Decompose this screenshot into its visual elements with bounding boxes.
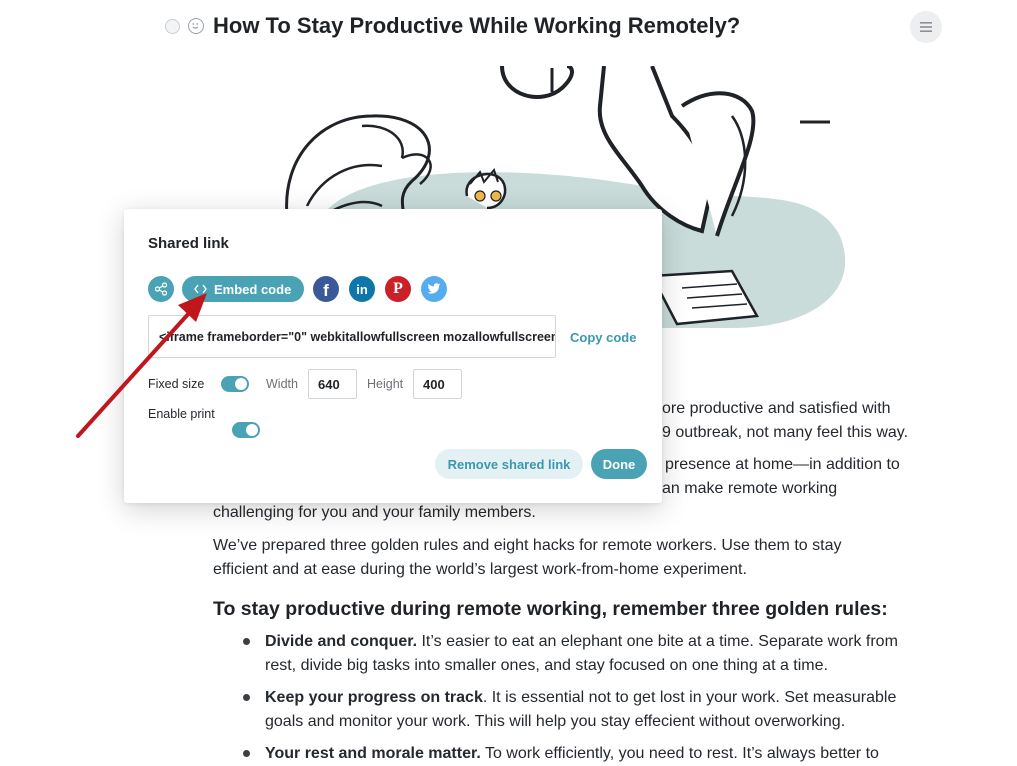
para2-line-2: an make remote working	[662, 480, 838, 497]
toggle-knob	[235, 378, 247, 390]
bullet-dot	[243, 750, 250, 757]
remove-shared-link-button[interactable]: Remove shared link	[435, 449, 583, 479]
rule-text-cont: rest, divide big tasks into smaller ones…	[265, 657, 828, 674]
embed-code-value: <iframe frameborder="0" webkitallowfulls…	[159, 329, 556, 344]
menu-button[interactable]	[910, 11, 942, 43]
linkedin-button[interactable]: in	[349, 276, 375, 302]
page-title: How To Stay Productive While Working Rem…	[213, 13, 741, 38]
rule-text: It’s easier to eat an elephant one bite …	[417, 633, 898, 650]
rule-title: Your rest and morale matter.	[265, 745, 481, 762]
embed-code-field[interactable]: <iframe frameborder="0" webkitallowfulls…	[148, 315, 556, 358]
pinterest-button[interactable]: P	[385, 276, 411, 302]
toggle-knob	[246, 424, 258, 436]
para3-line-1: We’ve prepared three golden rules and ei…	[213, 537, 842, 554]
shared-link-dialog: Shared link Embed code f in P <iframe fr…	[124, 209, 662, 503]
enable-print-label: Enable print	[148, 407, 215, 421]
pinterest-icon: P	[393, 280, 403, 297]
fixed-size-label: Fixed size	[148, 377, 205, 391]
height-value: 400	[423, 376, 445, 392]
height-input[interactable]: 400	[413, 369, 462, 399]
width-input[interactable]: 640	[308, 369, 357, 399]
copy-code-button[interactable]: Copy code	[570, 330, 636, 345]
hamburger-icon	[920, 22, 932, 32]
list-item: Divide and conquer. It’s easier to eat a…	[265, 630, 898, 654]
share-button[interactable]	[148, 276, 174, 302]
list-item: Your rest and morale matter. To work eff…	[265, 742, 879, 766]
code-brackets-icon	[194, 284, 207, 294]
twitter-icon	[427, 283, 441, 294]
intro-line-2: 9 outbreak, not many feel this way.	[662, 424, 909, 441]
smiley-icon[interactable]	[188, 18, 204, 34]
enable-print-toggle[interactable]	[232, 422, 260, 438]
twitter-button[interactable]	[421, 276, 447, 302]
height-label: Height	[367, 377, 404, 391]
status-circle[interactable]	[165, 19, 180, 34]
rule-text: To work efficiently, you need to rest. I…	[480, 745, 879, 762]
rule-title: Keep your progress on track	[265, 689, 483, 706]
section-heading: To stay productive during remote working…	[213, 598, 888, 620]
done-button[interactable]: Done	[591, 449, 647, 479]
bullet-dot	[243, 638, 250, 645]
width-label: Width	[266, 377, 298, 391]
intro-line-1: ore productive and satisfied with	[662, 400, 891, 417]
rule-title: Divide and conquer.	[265, 633, 418, 650]
linkedin-icon: in	[356, 281, 368, 297]
share-nodes-icon	[154, 282, 168, 296]
rule-text-cont: goals and monitor your work. This will h…	[265, 713, 846, 730]
rule-text: . It is essential not to get lost in you…	[482, 689, 897, 706]
para2-line-1: presence at home—in addition to	[665, 456, 900, 473]
list-item: Keep your progress on track. It is essen…	[265, 686, 896, 710]
facebook-icon: f	[323, 280, 329, 300]
para2-tail: challenging for you and your family memb…	[213, 504, 536, 521]
embed-code-button[interactable]: Embed code	[182, 276, 304, 302]
bullet-dot	[243, 694, 250, 701]
embed-code-label: Embed code	[214, 281, 292, 297]
fixed-size-toggle[interactable]	[221, 376, 249, 392]
facebook-button[interactable]: f	[313, 276, 339, 302]
dialog-title: Shared link	[148, 235, 229, 252]
para3-line-2: efficient and at ease during the world’s…	[213, 561, 747, 578]
width-value: 640	[318, 376, 340, 392]
